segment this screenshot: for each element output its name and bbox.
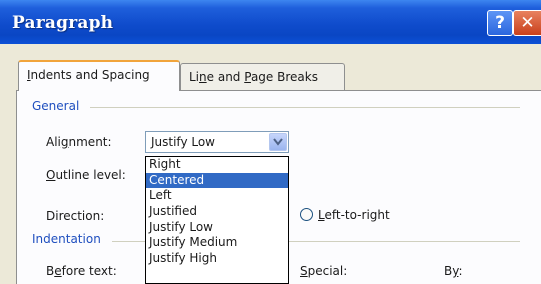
tab-indents-and-spacing[interactable]: Indents and Spacing (18, 60, 180, 91)
close-icon: ✕ (520, 13, 535, 33)
tab-line-and-page-breaks[interactable]: Line and Page Breaks (180, 63, 345, 90)
list-item[interactable]: Justify Low (146, 220, 288, 236)
title-bar[interactable]: Paragraph ? ✕ (0, 0, 541, 44)
dropdown-button[interactable] (269, 133, 287, 151)
outline-level-label: Outline level: (46, 168, 126, 182)
special-label: Special: (300, 264, 348, 278)
left-to-right-radio[interactable] (300, 208, 313, 221)
alignment-select[interactable]: Justify Low (145, 131, 289, 153)
tab-strip: Indents and Spacing Line and Page Breaks (3, 60, 541, 91)
before-text-label: Before text: (46, 264, 117, 278)
direction-label: Direction: (46, 209, 105, 223)
alignment-dropdown-list[interactable]: Right Centered Left Justified Justify Lo… (145, 156, 289, 284)
chevron-down-icon (273, 138, 283, 146)
alignment-value: Justify Low (151, 135, 215, 149)
left-to-right-label: Left-to-right (318, 208, 390, 222)
dialog-title: Paragraph (12, 13, 114, 33)
by-label: By: (444, 264, 463, 278)
list-item[interactable]: Justify High (146, 251, 288, 267)
list-item[interactable]: Left (146, 188, 288, 204)
list-item[interactable]: Justify Medium (146, 235, 288, 251)
alignment-label: Alignment: (46, 135, 112, 149)
list-item[interactable]: Right (146, 157, 288, 173)
indentation-group-title: Indentation (32, 232, 105, 246)
tab-label: Line and Page Breaks (189, 70, 318, 84)
close-button[interactable]: ✕ (513, 10, 541, 36)
list-item[interactable]: Centered (146, 172, 288, 189)
general-group-title: General (32, 99, 84, 113)
paragraph-dialog: Paragraph ? ✕ Indents and Spacing Line a… (0, 0, 541, 284)
list-item[interactable]: Justified (146, 204, 288, 220)
group-divider (90, 107, 520, 108)
help-button[interactable]: ? (487, 10, 513, 36)
help-icon: ? (495, 13, 505, 33)
tab-label: Indents and Spacing (27, 68, 150, 82)
